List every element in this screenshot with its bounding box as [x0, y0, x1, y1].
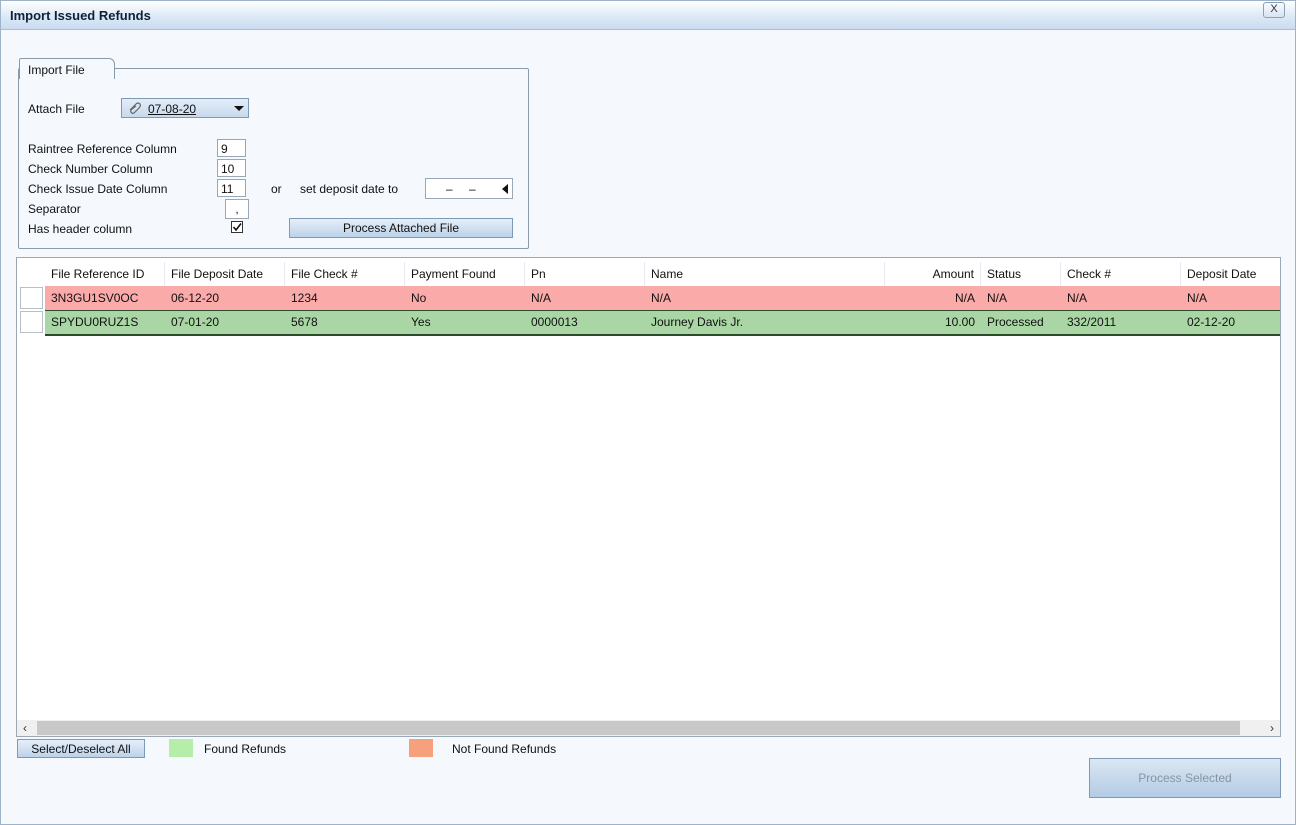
refunds-grid: File Reference ID File Deposit Date File… — [16, 257, 1281, 737]
column-header[interactable]: Deposit Date — [1181, 262, 1280, 286]
paperclip-icon — [129, 102, 141, 114]
caret-left-icon[interactable] — [502, 184, 508, 194]
row-select-checkbox[interactable] — [20, 311, 43, 333]
table-row[interactable]: 3N3GU1SV0OC 06-12-20 1234 No N/A N/A N/A… — [45, 286, 1280, 310]
title-bar: Import Issued Refunds X — [1, 1, 1295, 30]
has-header-label: Has header column — [28, 222, 133, 236]
close-icon: X — [1270, 3, 1278, 15]
check-number-input[interactable]: 10 — [217, 159, 246, 177]
scrollbar-thumb[interactable] — [37, 721, 1240, 735]
grid-header-row: File Reference ID File Deposit Date File… — [45, 262, 1280, 286]
pn-cell: 0000013 — [531, 315, 578, 329]
attach-file-value: 07-08-20 — [148, 102, 197, 116]
file-reference-id-cell: SPYDU0RUZ1S — [51, 315, 139, 329]
check-number-label: Check Number Column — [28, 162, 153, 176]
column-header[interactable]: Payment Found — [405, 262, 525, 286]
column-header[interactable]: File Reference ID — [45, 262, 165, 286]
select-deselect-all-button[interactable]: Select/Deselect All — [17, 739, 145, 758]
close-button[interactable]: X — [1263, 2, 1285, 18]
found-refunds-label: Found Refunds — [204, 742, 287, 756]
column-header[interactable]: File Deposit Date — [165, 262, 285, 286]
raintree-reference-input[interactable]: 9 — [217, 139, 246, 157]
file-check-number-cell: 1234 — [291, 291, 318, 305]
file-deposit-date-cell: 07-01-20 — [171, 315, 220, 329]
column-header[interactable]: Check # — [1061, 262, 1181, 286]
chevron-down-icon — [234, 106, 244, 111]
set-deposit-date-label: set deposit date to — [300, 182, 399, 196]
name-cell: Journey Davis Jr. — [651, 315, 744, 329]
table-row[interactable]: SPYDU0RUZ1S 07-01-20 5678 Yes 0000013 Jo… — [45, 310, 1280, 336]
column-header[interactable]: Status — [981, 262, 1061, 286]
row-select-checkbox[interactable] — [20, 287, 43, 309]
process-selected-button[interactable]: Process Selected — [1089, 758, 1281, 798]
import-issued-refunds-window: Import Issued Refunds X Import File Atta… — [0, 0, 1296, 825]
column-header[interactable]: Pn — [525, 262, 645, 286]
check-number-cell: N/A — [1067, 291, 1088, 305]
pn-cell: N/A — [531, 291, 552, 305]
separator-input[interactable]: , — [225, 199, 249, 219]
or-label: or — [271, 182, 282, 196]
status-cell: Processed — [987, 315, 1044, 329]
attach-file-label: Attach File — [28, 102, 85, 116]
deposit-date-cell: 02-12-20 — [1187, 315, 1236, 329]
amount-cell: 10.00 — [944, 315, 975, 329]
payment-found-cell: Yes — [411, 315, 431, 329]
separator-label: Separator — [28, 202, 81, 216]
window-title: Import Issued Refunds — [10, 8, 151, 23]
process-attached-file-button[interactable]: Process Attached File — [289, 218, 513, 238]
raintree-reference-label: Raintree Reference Column — [28, 142, 177, 156]
column-header[interactable]: File Check # — [285, 262, 405, 286]
column-header[interactable]: Name — [645, 262, 885, 286]
status-cell: N/A — [987, 291, 1008, 305]
has-header-checkbox[interactable] — [231, 221, 243, 233]
check-issue-date-label: Check Issue Date Column — [28, 182, 168, 196]
date-separator: – — [469, 182, 476, 196]
file-reference-id-cell: 3N3GU1SV0OC — [51, 291, 139, 305]
import-file-group-title: Import File — [28, 63, 85, 77]
column-header[interactable]: Amount — [885, 262, 981, 286]
horizontal-scrollbar[interactable]: ‹ › — [17, 720, 1280, 736]
chevron-right-icon[interactable]: › — [1270, 721, 1274, 735]
payment-found-cell: No — [411, 291, 427, 305]
deposit-date-picker[interactable]: – – — [425, 178, 513, 199]
check-number-cell: 332/2011 — [1067, 315, 1117, 329]
checkmark-icon — [232, 223, 242, 232]
amount-cell: N/A — [954, 291, 975, 305]
not-found-refunds-swatch — [409, 739, 433, 757]
import-file-group-tab: Import File — [19, 58, 115, 79]
deposit-date-cell: N/A — [1187, 291, 1208, 305]
found-refunds-swatch — [169, 739, 193, 757]
file-check-number-cell: 5678 — [291, 315, 318, 329]
not-found-refunds-label: Not Found Refunds — [452, 742, 557, 756]
chevron-left-icon[interactable]: ‹ — [23, 721, 27, 735]
date-separator: – — [446, 182, 453, 196]
attach-file-dropdown[interactable]: 07-08-20 — [121, 98, 249, 118]
name-cell: N/A — [651, 291, 672, 305]
check-issue-date-input[interactable]: 11 — [217, 179, 246, 197]
file-deposit-date-cell: 06-12-20 — [171, 291, 220, 305]
